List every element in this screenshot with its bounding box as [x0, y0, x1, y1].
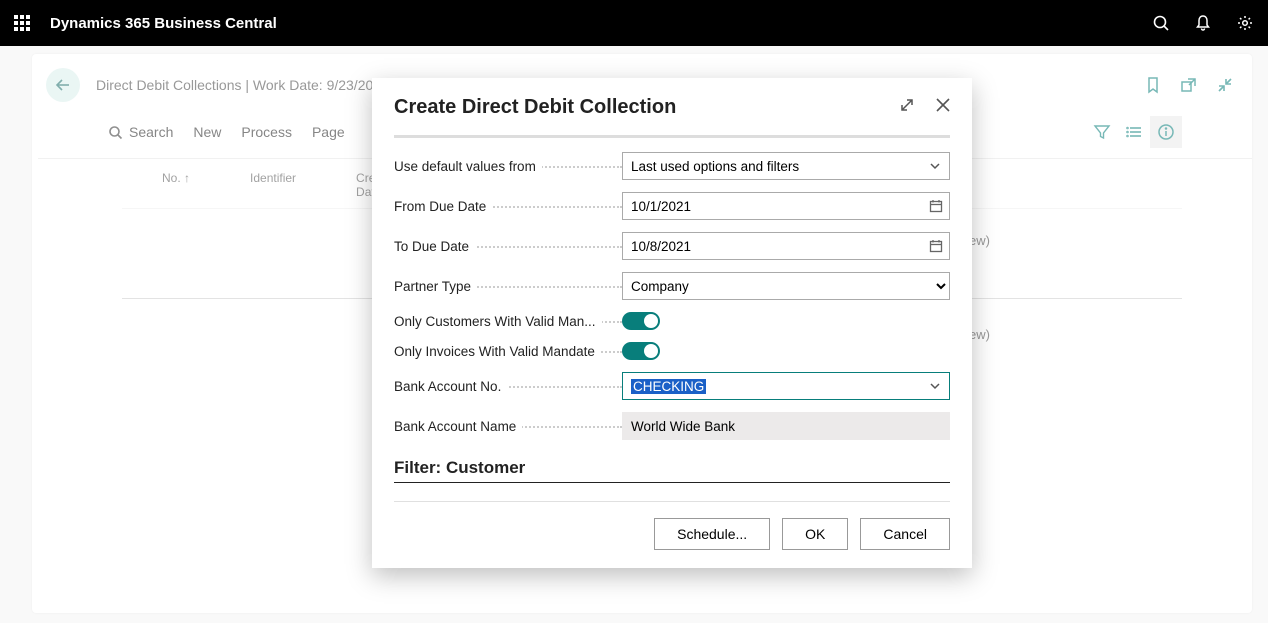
to-date-value: 10/8/2021	[631, 239, 691, 254]
chevron-down-icon	[929, 380, 941, 392]
valid-invoices-label: Only Invoices With Valid Mandate	[394, 344, 601, 359]
bell-icon[interactable]	[1194, 14, 1212, 32]
partner-type-label: Partner Type	[394, 279, 477, 294]
bank-no-field[interactable]: CHECKING	[622, 372, 950, 400]
cancel-button[interactable]: Cancel	[860, 518, 950, 550]
from-date-field[interactable]: 10/1/2021	[622, 192, 950, 220]
gear-icon[interactable]	[1236, 14, 1254, 32]
bank-name-value: World Wide Bank	[622, 412, 950, 440]
chevron-down-icon	[929, 160, 941, 172]
calendar-icon	[929, 239, 943, 253]
defaults-value: Last used options and filters	[631, 159, 799, 174]
defaults-dropdown[interactable]: Last used options and filters	[622, 152, 950, 180]
to-date-label: To Due Date	[394, 239, 475, 254]
valid-customers-label: Only Customers With Valid Man...	[394, 314, 602, 329]
dialog-title: Create Direct Debit Collection	[394, 96, 676, 119]
ok-button[interactable]: OK	[782, 518, 848, 550]
calendar-icon	[929, 199, 943, 213]
filter-heading: Filter: Customer	[394, 458, 950, 483]
schedule-button[interactable]: Schedule...	[654, 518, 770, 550]
product-title: Dynamics 365 Business Central	[50, 15, 277, 32]
valid-customers-toggle[interactable]	[622, 312, 660, 330]
expand-icon[interactable]	[898, 96, 916, 119]
create-collection-dialog: Create Direct Debit Collection Use defau…	[372, 78, 972, 568]
bank-name-label: Bank Account Name	[394, 419, 522, 434]
close-icon[interactable]	[934, 96, 952, 119]
valid-invoices-toggle[interactable]	[622, 342, 660, 360]
from-date-label: From Due Date	[394, 199, 492, 214]
to-date-field[interactable]: 10/8/2021	[622, 232, 950, 260]
app-launcher-icon[interactable]	[14, 15, 30, 31]
top-bar: Dynamics 365 Business Central	[0, 0, 1268, 46]
partner-type-select[interactable]: Company	[622, 272, 950, 300]
bank-no-label: Bank Account No.	[394, 379, 507, 394]
defaults-label: Use default values from	[394, 159, 542, 174]
bank-no-value: CHECKING	[631, 379, 706, 394]
from-date-value: 10/1/2021	[631, 199, 691, 214]
search-icon[interactable]	[1152, 14, 1170, 32]
